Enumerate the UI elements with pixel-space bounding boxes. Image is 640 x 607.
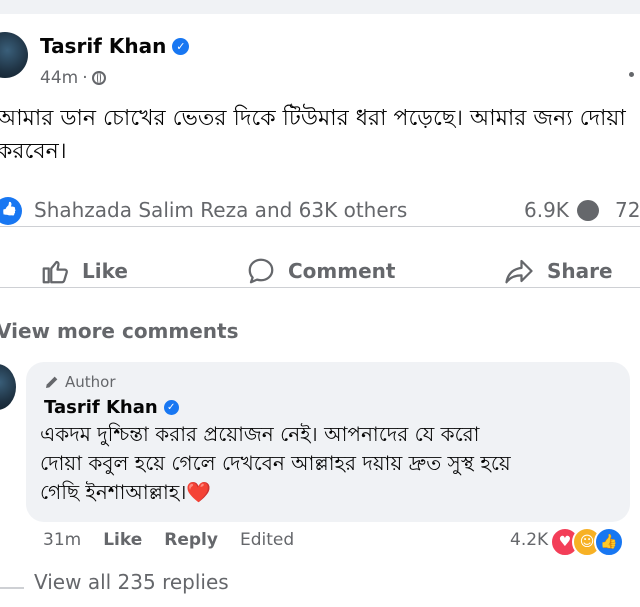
post-card: Tasrif Khan ✓ 44m · আমার ডান চোখের ভেতর … bbox=[0, 14, 640, 607]
author-avatar[interactable] bbox=[0, 32, 28, 78]
reactions-row: Shahzada Salim Reza and 63K others 6.9K … bbox=[0, 192, 640, 228]
verified-badge-icon: ✓ bbox=[172, 37, 190, 55]
comment-text-body: একদম দুশ্চিন্তা করার প্রয়োজন নেই। আপনাদ… bbox=[40, 422, 511, 504]
comment-label: Comment bbox=[288, 259, 396, 283]
share-icon bbox=[505, 259, 533, 284]
pencil-icon bbox=[46, 376, 58, 388]
author-tag-label: Author bbox=[65, 373, 116, 391]
like-reaction-icon[interactable] bbox=[0, 197, 22, 225]
reply-thread-line bbox=[0, 587, 24, 589]
comment-button[interactable]: Comment bbox=[246, 241, 395, 301]
thumbs-up-icon bbox=[42, 260, 68, 284]
comment-reply-button[interactable]: Reply bbox=[164, 530, 218, 550]
post-text: আমার ডান চোখের ভেতর দিকে টিউমার ধরা পড়ে… bbox=[0, 106, 626, 164]
comment-meta: 31m Like Reply Edited bbox=[43, 530, 294, 550]
comment-like-button[interactable]: Like bbox=[103, 530, 142, 550]
comment-author[interactable]: Tasrif Khan ✓ bbox=[44, 397, 179, 418]
like-icon: 👍 bbox=[594, 527, 624, 557]
divider bbox=[0, 226, 640, 227]
comment-author-name[interactable]: Tasrif Khan bbox=[44, 397, 158, 418]
comment-icon bbox=[248, 258, 274, 284]
comment-bubble-icon[interactable] bbox=[577, 200, 599, 221]
comment-reaction-count[interactable]: 4.2K bbox=[510, 530, 548, 550]
share-label: Share bbox=[547, 259, 613, 283]
verified-badge-icon: ✓ bbox=[163, 400, 179, 415]
more-options-icon[interactable] bbox=[629, 72, 634, 77]
share-button[interactable]: Share bbox=[503, 241, 613, 301]
comment-text: একদম দুশ্চিন্তা করার প্রয়োজন নেই। আপনাদ… bbox=[40, 420, 630, 507]
comment-author-avatar[interactable] bbox=[0, 364, 16, 410]
comment-time[interactable]: 31m bbox=[43, 530, 81, 550]
reactions-summary[interactable]: Shahzada Salim Reza and 63K others bbox=[34, 198, 407, 222]
post-meta: 44m · bbox=[40, 68, 106, 88]
post-actions: Like Comment Share bbox=[0, 241, 640, 301]
share-count[interactable]: 72 bbox=[615, 198, 640, 222]
comment-edited[interactable]: Edited bbox=[240, 530, 294, 550]
meta-separator: · bbox=[82, 68, 88, 88]
view-all-replies[interactable]: View all 235 replies bbox=[34, 570, 229, 594]
comment-reactions[interactable]: ♥ ☺ 👍 bbox=[550, 527, 624, 557]
comment-count[interactable]: 6.9K bbox=[524, 198, 569, 222]
view-more-comments[interactable]: View more comments bbox=[0, 319, 239, 343]
author-name-label[interactable]: Tasrif Khan bbox=[40, 34, 166, 58]
post-time[interactable]: 44m bbox=[40, 68, 78, 88]
like-button[interactable]: Like bbox=[40, 241, 128, 301]
divider bbox=[0, 287, 640, 288]
heart-emoji: ❤️ bbox=[186, 480, 212, 504]
author-name[interactable]: Tasrif Khan ✓ bbox=[40, 34, 190, 58]
like-label: Like bbox=[82, 259, 128, 283]
comment-bubble: Author Tasrif Khan ✓ একদম দুশ্চিন্তা করা… bbox=[26, 362, 630, 522]
author-tag: Author bbox=[44, 373, 116, 391]
globe-icon[interactable] bbox=[91, 71, 106, 85]
